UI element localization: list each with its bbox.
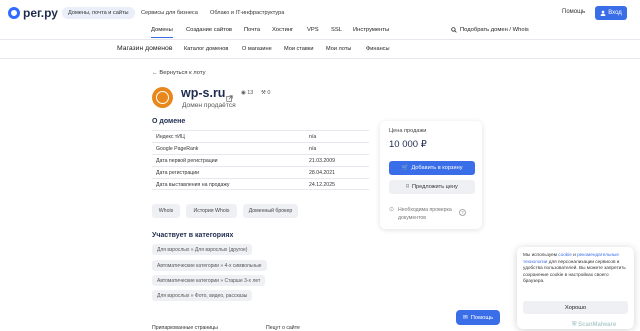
views-counter: ◉ 13: [241, 90, 253, 96]
whois-button[interactable]: Whois: [152, 204, 180, 218]
cookie-text-part: Мы используем: [523, 252, 559, 257]
domain-name: wp-s.ru: [181, 86, 226, 100]
row-value: 24.12.2025: [309, 182, 335, 188]
watermark-text: ScanMalware: [578, 322, 617, 328]
domain-broker-button[interactable]: Доменный брокер: [243, 204, 298, 218]
price-label: Цена продажи: [389, 128, 427, 134]
row-value: n/a: [309, 134, 317, 140]
subnav-catalog[interactable]: Каталог доменов: [184, 46, 228, 52]
tab-business-services[interactable]: Сервисы для бизнеса: [135, 7, 204, 19]
divider: [0, 58, 640, 59]
nav-site-builder[interactable]: Создание сайтов: [186, 27, 232, 33]
row-value: 28.04.2021: [309, 170, 335, 176]
search-icon: [451, 27, 457, 33]
logo-text: рег.ру: [23, 6, 58, 20]
row-label: Дата первой регистрации: [156, 158, 218, 164]
subnav-about-shop[interactable]: О магазине: [242, 46, 272, 52]
bids-counter: ⚒ 0: [261, 90, 270, 96]
divider: [0, 39, 640, 40]
row-value: 21.03.2009: [309, 158, 335, 164]
subnav-my-lots[interactable]: Мои лоты: [326, 46, 351, 52]
row-label: Google PageRank: [156, 146, 199, 152]
cookie-text: Мы используем cookie и рекомендательные …: [523, 252, 629, 285]
login-label: Вход: [608, 10, 622, 16]
tab-cloud-it[interactable]: Облако и IT-инфраструктура: [204, 7, 290, 19]
cart-icon: 🛒: [401, 165, 409, 171]
category-tag[interactable]: Для взрослых » Для взрослых (другое): [152, 244, 253, 255]
table-row: Индекс тИЦ n/a: [152, 130, 369, 142]
row-label: Дата регистрации: [156, 170, 199, 176]
document-check-note: Необходима проверка документов: [398, 207, 452, 221]
scanmalware-watermark: ⛨ ScanMalware: [572, 322, 617, 328]
add-to-cart-label: Добавить в корзину: [411, 165, 463, 171]
domain-status: Домен продаётся: [182, 102, 236, 109]
row-label: Индекс тИЦ: [156, 134, 185, 140]
table-row: Дата выставления на продажу 24.12.2025: [152, 178, 369, 190]
hammer-icon: ⚒: [261, 90, 266, 96]
eye-icon: ◉: [241, 90, 246, 96]
row-label: Дата выставления на продажу: [156, 182, 230, 188]
logo-ring-icon: [8, 7, 20, 19]
clock-icon: ⊙: [389, 207, 395, 213]
offer-price-label: Предложить цену: [412, 184, 458, 190]
offer-price-button[interactable]: ⌑ Предложить цену: [389, 180, 475, 194]
subnav-my-bids[interactable]: Мои ставки: [284, 46, 313, 52]
table-row: Google PageRank n/a: [152, 142, 369, 154]
globe-icon: [152, 87, 173, 108]
category-tag[interactable]: Для взрослых » Фото, видео, рассказы: [152, 290, 253, 301]
table-row: Дата регистрации 28.04.2021: [152, 166, 369, 178]
site-note-label: Пецут о сайте: [266, 325, 300, 331]
category-tag[interactable]: Автоматические категории » 4-х символьны…: [152, 260, 267, 271]
categories-title: Участвует в категориях: [152, 232, 234, 239]
add-to-cart-button[interactable]: 🛒 Добавить в корзину: [389, 161, 475, 175]
views-value: 13: [247, 90, 254, 96]
nav-tools[interactable]: Инструменты: [353, 27, 389, 33]
nav-mail[interactable]: Почта: [244, 27, 260, 33]
help-chat-button[interactable]: ✉ Помощь: [456, 310, 500, 325]
user-icon: [600, 10, 606, 16]
row-value: n/a: [309, 146, 317, 152]
subnav-finance[interactable]: Финансы: [366, 46, 389, 52]
help-link[interactable]: Помощь: [562, 9, 585, 15]
price-value: 10 000 ₽: [389, 139, 427, 150]
help-chat-label: Помощь: [470, 314, 494, 321]
tab-domains-mail-sites[interactable]: Домены, почта и сайты: [62, 7, 135, 19]
whois-history-button[interactable]: История Whois: [186, 204, 237, 218]
cookie-ok-button[interactable]: Хорошо: [523, 301, 628, 314]
about-title: О домене: [152, 118, 186, 125]
tag-icon: ⌑: [406, 184, 410, 190]
reg-ru-logo[interactable]: рег.ру: [8, 6, 58, 20]
nav-hosting[interactable]: Хостинг: [272, 27, 293, 33]
cookie-link[interactable]: cookie: [558, 252, 572, 257]
back-label: Вернуться к лоту: [159, 70, 206, 76]
pick-domain-label: Подобрать домен / Whois: [460, 27, 529, 33]
domain-shop-title[interactable]: Магазин доменов: [117, 45, 172, 52]
question-icon[interactable]: ?: [459, 209, 466, 216]
nav-ssl[interactable]: SSL: [331, 27, 342, 33]
chat-icon: ✉: [462, 314, 468, 321]
parked-pages-label: Припаркованные страницы: [152, 325, 218, 331]
table-row: Дата первой регистрации 21.03.2009: [152, 154, 369, 166]
login-button[interactable]: Вход: [595, 6, 627, 20]
pick-domain-link[interactable]: Подобрать домен / Whois: [451, 27, 529, 33]
nav-vps[interactable]: VPS: [307, 27, 319, 33]
bids-value: 0: [267, 90, 271, 96]
back-to-lot-link[interactable]: ← Вернуться к лоту: [152, 70, 205, 76]
nav-domains[interactable]: Домены: [151, 27, 173, 38]
category-tag[interactable]: Автоматические категории » Старше 3-х ле…: [152, 275, 266, 286]
